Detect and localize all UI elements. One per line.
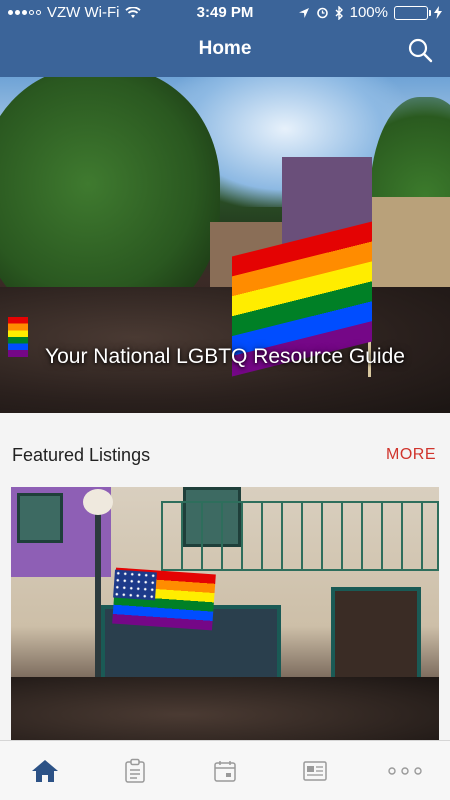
featured-listing-card[interactable] xyxy=(11,487,439,740)
hero-title: Your National LGBTQ Resource Guide xyxy=(45,345,405,368)
tab-listings[interactable] xyxy=(90,741,180,800)
tab-home[interactable] xyxy=(0,741,90,800)
more-icon xyxy=(388,766,422,775)
clipboard-icon xyxy=(125,758,145,783)
battery-icon xyxy=(394,5,431,20)
page-title: Home xyxy=(198,38,252,59)
newspaper-icon xyxy=(303,760,327,781)
alarm-icon xyxy=(316,7,328,19)
search-button[interactable] xyxy=(406,36,434,64)
tab-more[interactable] xyxy=(360,741,450,800)
search-icon xyxy=(408,38,433,63)
tab-bar xyxy=(0,740,450,800)
hero-banner[interactable]: Your National LGBTQ Resource Guide xyxy=(0,77,450,413)
home-icon xyxy=(32,759,58,782)
top-bar: VZW Wi-Fi 3:49 PM 100% Home xyxy=(0,0,450,77)
battery-percent: 100% xyxy=(349,4,388,21)
location-icon xyxy=(298,7,309,18)
section-title: Featured Listings xyxy=(12,445,151,465)
status-bar: VZW Wi-Fi 3:49 PM 100% xyxy=(0,0,450,26)
tab-news[interactable] xyxy=(270,741,360,800)
featured-listings-section: Featured Listings MORE xyxy=(0,413,450,740)
charging-icon xyxy=(434,6,442,19)
calendar-icon xyxy=(214,760,236,782)
tab-events[interactable] xyxy=(180,741,270,800)
bluetooth-icon xyxy=(335,5,343,20)
more-link[interactable]: MORE xyxy=(386,446,436,464)
